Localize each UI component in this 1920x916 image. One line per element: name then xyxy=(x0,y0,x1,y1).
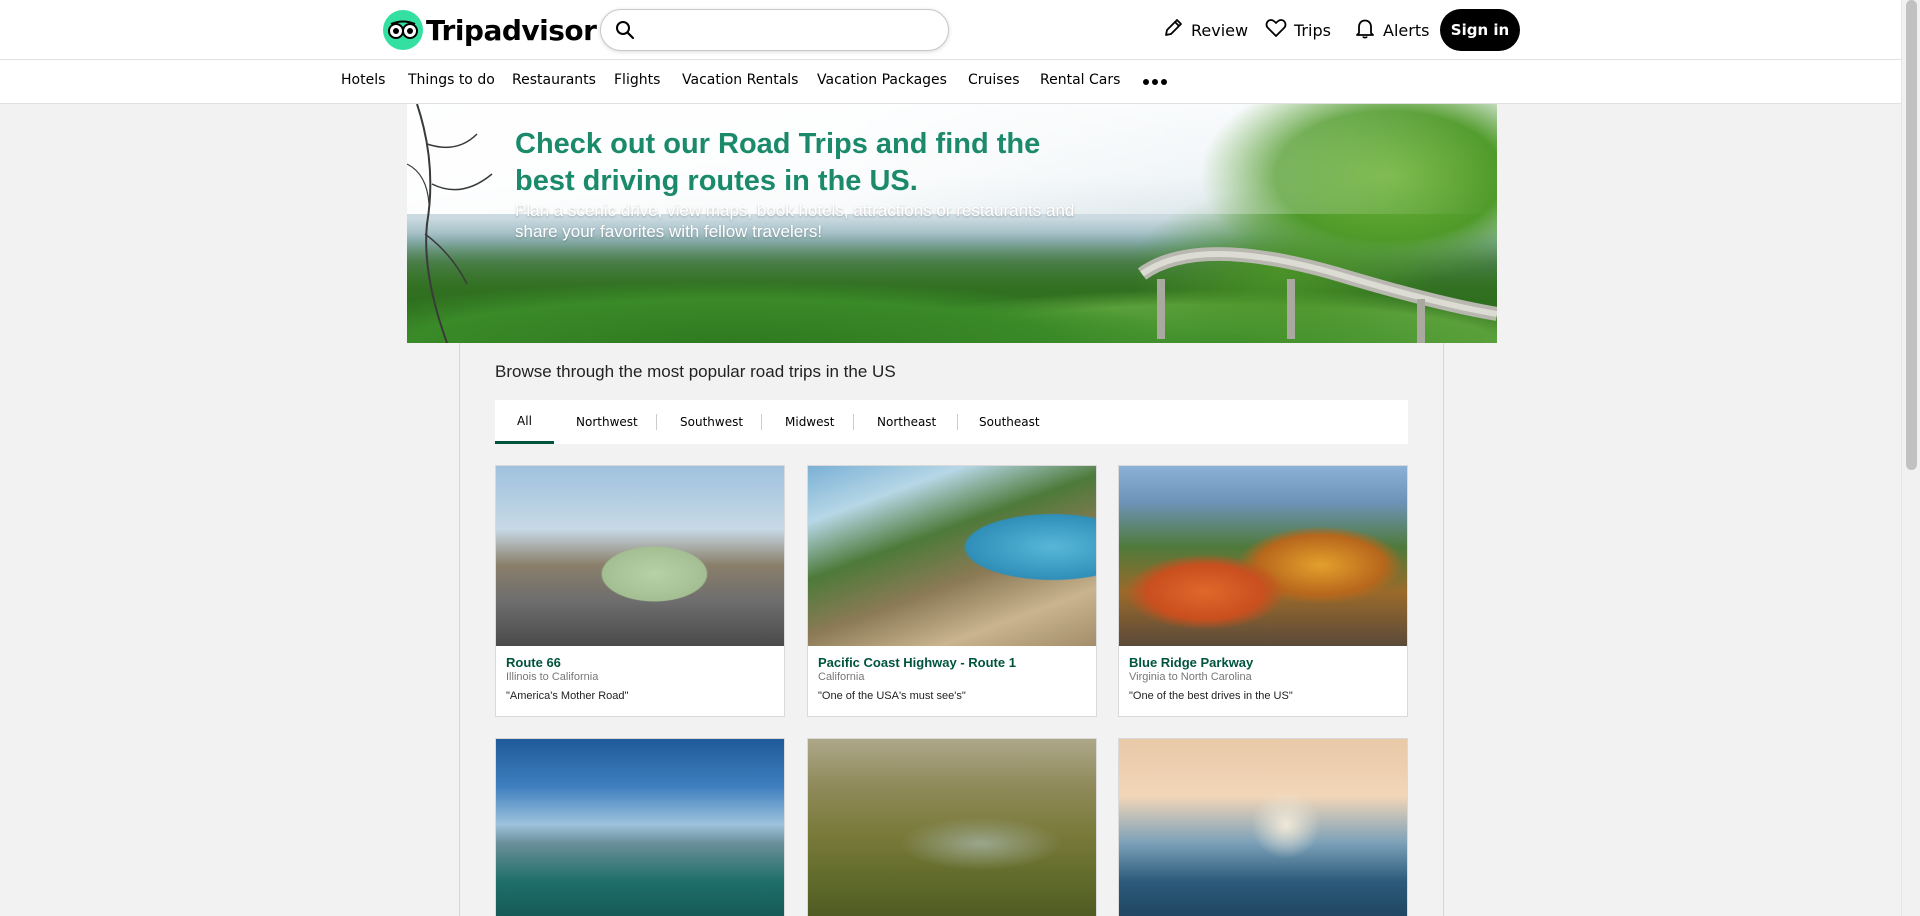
tab-divider xyxy=(656,414,657,430)
tab-northeast[interactable]: Northeast xyxy=(877,400,936,444)
overseas-highway-photo xyxy=(496,739,784,916)
nav-restaurants[interactable]: Restaurants xyxy=(512,72,596,88)
road-trips-banner[interactable]: Check out our Road Trips and find the be… xyxy=(407,104,1497,343)
more-dots-icon[interactable] xyxy=(1143,79,1167,85)
road-trip-card-blue-ridge[interactable]: Blue Ridge Parkway Virginia to North Car… xyxy=(1118,465,1408,717)
heart-icon xyxy=(1265,17,1287,43)
lighthouse-photo xyxy=(1119,739,1407,916)
road-trips-section: Browse through the most popular road tri… xyxy=(459,343,1444,916)
top-header: Tripadvisor Review Trips Alerts Sign in xyxy=(0,0,1901,60)
road-trip-card-route-66[interactable]: Route 66 Illinois to California "America… xyxy=(495,465,785,717)
alerts-button[interactable]: Alerts xyxy=(1354,16,1429,44)
tab-divider xyxy=(957,414,958,430)
tab-all[interactable]: All xyxy=(495,400,554,444)
branch-icon xyxy=(407,104,493,343)
tripadvisor-logo[interactable]: Tripadvisor xyxy=(383,10,597,50)
road-trip-card[interactable] xyxy=(807,738,1097,916)
pacific-coast-photo xyxy=(808,466,1096,646)
tab-northwest[interactable]: Northwest xyxy=(576,400,638,444)
region-tabs: All Northwest Southwest Midwest Northeas… xyxy=(495,400,1408,444)
logo-text: Tripadvisor xyxy=(426,13,597,47)
page-scrollbar[interactable] xyxy=(1901,0,1920,916)
nav-things-to-do[interactable]: Things to do xyxy=(408,72,495,88)
tab-southwest[interactable]: Southwest xyxy=(680,400,743,444)
pencil-icon xyxy=(1162,17,1184,43)
card-title[interactable]: Route 66 xyxy=(506,655,561,670)
bell-icon xyxy=(1354,17,1376,43)
tab-southeast[interactable]: Southeast xyxy=(979,400,1040,444)
alerts-label: Alerts xyxy=(1383,20,1430,40)
nav-vacation-packages[interactable]: Vacation Packages xyxy=(817,72,947,88)
card-quote: "One of the best drives in the US" xyxy=(1129,690,1293,702)
route-66-photo xyxy=(496,466,784,646)
road-trip-card[interactable] xyxy=(495,738,785,916)
trips-label: Trips xyxy=(1294,20,1331,40)
sign-in-button[interactable]: Sign in xyxy=(1440,9,1520,51)
category-nav: Hotels Things to do Restaurants Flights … xyxy=(0,60,1901,104)
blue-ridge-photo xyxy=(1119,466,1407,646)
card-location: Illinois to California xyxy=(506,671,599,683)
card-quote: "One of the USA's must see's" xyxy=(818,690,966,702)
nav-flights[interactable]: Flights xyxy=(614,72,660,88)
card-location: Virginia to North Carolina xyxy=(1129,671,1252,683)
road-trip-card-pch[interactable]: Pacific Coast Highway - Route 1 Californ… xyxy=(807,465,1097,717)
search-icon xyxy=(615,20,635,44)
trips-button[interactable]: Trips xyxy=(1265,16,1331,44)
card-title[interactable]: Blue Ridge Parkway xyxy=(1129,655,1253,670)
card-quote: "America's Mother Road" xyxy=(506,690,629,702)
card-location: California xyxy=(818,671,865,683)
review-label: Review xyxy=(1191,20,1249,40)
nav-vacation-rentals[interactable]: Vacation Rentals xyxy=(682,72,798,88)
river-road-photo xyxy=(808,739,1096,916)
review-button[interactable]: Review xyxy=(1162,16,1248,44)
tab-divider xyxy=(761,414,762,430)
owl-logo-icon xyxy=(383,10,423,50)
nav-hotels[interactable]: Hotels xyxy=(341,72,385,88)
search-input[interactable] xyxy=(645,18,935,42)
banner-heading: Check out our Road Trips and find the be… xyxy=(515,128,1041,197)
tab-divider xyxy=(853,414,854,430)
search-box[interactable] xyxy=(600,9,949,51)
road-trip-card[interactable] xyxy=(1118,738,1408,916)
nav-rental-cars[interactable]: Rental Cars xyxy=(1040,72,1120,88)
viaduct-icon xyxy=(1137,247,1497,343)
section-intro: Browse through the most popular road tri… xyxy=(495,362,896,381)
scrollbar-thumb[interactable] xyxy=(1906,0,1917,470)
card-title[interactable]: Pacific Coast Highway - Route 1 xyxy=(818,655,1016,670)
nav-cruises[interactable]: Cruises xyxy=(968,72,1020,88)
tab-midwest[interactable]: Midwest xyxy=(785,400,834,444)
banner-subtext: Plan a scenic drive, view maps, book hot… xyxy=(515,201,1075,241)
